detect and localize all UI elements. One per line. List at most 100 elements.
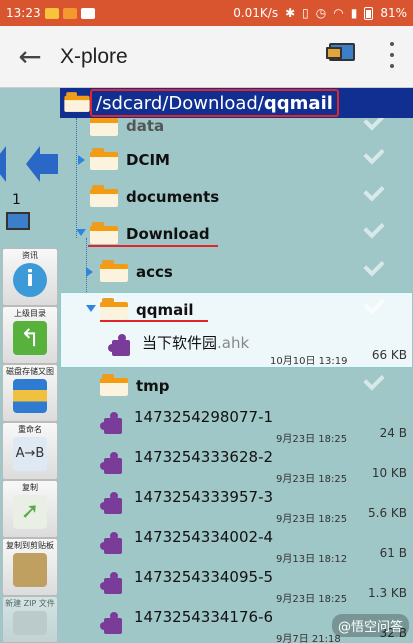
puzzle-file-icon <box>100 412 126 438</box>
item-name: 1473254334002-4 <box>134 528 274 546</box>
puzzle-file-icon <box>100 532 126 558</box>
item-name: 1473254298077-1 <box>134 408 274 426</box>
item-size: 5.6 KB <box>368 506 407 520</box>
check-icon[interactable] <box>363 293 385 315</box>
current-path[interactable]: /sdcard/Download/qqmail <box>90 89 339 117</box>
folder-icon <box>90 148 118 170</box>
tool-label: 资讯 <box>22 251 38 260</box>
list-item[interactable]: 1473254334095-5 9月23日 18:25 1.3 KB <box>60 566 413 605</box>
check-icon[interactable] <box>363 118 385 131</box>
puzzle-file-icon <box>108 334 134 360</box>
dual-pane-icon[interactable] <box>326 43 356 67</box>
check-icon[interactable] <box>363 369 385 391</box>
qq-icon <box>80 7 95 19</box>
list-item[interactable]: DCIM <box>60 142 413 180</box>
disk-map-icon <box>13 379 47 413</box>
tool-parent-dir-button[interactable]: 上级目录 ↰ <box>2 306 58 364</box>
item-date: 9月23日 18:25 <box>276 434 348 445</box>
more-menu-icon[interactable] <box>389 42 395 68</box>
annotation-underline <box>88 245 218 247</box>
path-current: qqmail <box>263 93 333 114</box>
battery-level: 81% <box>380 6 407 20</box>
pane-monitor-icon[interactable] <box>6 212 30 230</box>
alarm-icon: ◷ <box>315 6 327 20</box>
item-size: 61 B <box>379 546 407 560</box>
folder-icon <box>64 92 90 112</box>
item-name: data <box>126 118 165 135</box>
item-name: documents <box>126 188 220 206</box>
pane-number: 1 <box>12 192 21 208</box>
folder-icon <box>100 260 128 282</box>
item-name: qqmail <box>136 301 194 319</box>
item-name: 当下软件园.ahk <box>142 334 250 352</box>
check-icon[interactable] <box>363 180 385 202</box>
list-item[interactable]: 1473254298077-1 9月23日 18:25 24 B <box>60 406 413 445</box>
list-item-selected[interactable]: qqmail <box>60 292 413 330</box>
switch-pane-arrow-body[interactable] <box>40 154 58 174</box>
annotation-underline <box>100 320 208 322</box>
folder-download-icon <box>90 222 118 244</box>
list-item[interactable]: 1473254334002-4 9月13日 18:12 61 B <box>60 526 413 565</box>
back-button[interactable]: ← <box>0 40 60 73</box>
arrow-left-icon[interactable] <box>0 146 6 182</box>
check-icon[interactable] <box>363 217 385 239</box>
item-name: tmp <box>136 377 170 395</box>
collapse-icon[interactable] <box>76 229 86 236</box>
path-prefix: /sdcard/Download/ <box>96 93 264 114</box>
expand-icon[interactable] <box>86 267 93 277</box>
item-size: 1.3 KB <box>368 586 407 600</box>
tool-disk-map-button[interactable]: 磁盘存储又图 <box>2 364 58 422</box>
clipboard-icon <box>13 553 47 587</box>
expand-icon[interactable] <box>78 155 85 165</box>
status-bar: 13:23 0.01K/s ✱ ▯ ◷ ◠ ▮ 81% <box>0 0 413 26</box>
tool-copy-button[interactable]: 复制 ➚ <box>2 480 58 538</box>
puzzle-file-icon <box>100 572 126 598</box>
folder-icon <box>100 298 128 320</box>
signal-icon: ▮ <box>350 6 358 20</box>
list-item[interactable]: tmp <box>60 368 413 406</box>
item-name: accs <box>136 263 173 281</box>
tool-label: 新建 ZIP 文件 <box>5 599 55 608</box>
list-item[interactable]: Download <box>60 216 413 254</box>
rename-icon: A→B <box>13 437 47 471</box>
list-item[interactable]: 1473254333628-2 9月23日 18:25 10 KB <box>60 446 413 485</box>
item-name: 1473254334176-6 <box>134 608 274 626</box>
item-name: DCIM <box>126 151 170 169</box>
arrow-up-icon: ↰ <box>13 321 47 355</box>
app-bar: ← X-plore <box>0 26 413 88</box>
status-time: 13:23 <box>6 6 41 20</box>
zip-icon <box>13 611 47 635</box>
battery-icon <box>364 6 374 20</box>
tool-clipboard-button[interactable]: 复制到剪贴板 <box>2 538 58 596</box>
item-size: 10 KB <box>371 466 407 480</box>
item-date: 9月23日 18:25 <box>276 474 348 485</box>
switch-pane-arrow-icon[interactable] <box>26 146 40 182</box>
tool-zip-button[interactable]: 新建 ZIP 文件 <box>2 596 58 643</box>
watermark: @悟空问答 <box>331 614 409 637</box>
folder-icon <box>100 374 128 396</box>
net-speed: 0.01K/s <box>233 6 279 20</box>
list-item[interactable]: 当下软件园.ahk 10月10日 13:19 66 KB <box>60 328 413 367</box>
item-date: 10月10日 13:19 <box>270 356 348 367</box>
list-item[interactable]: 1473254333957-3 9月23日 18:25 5.6 KB <box>60 486 413 525</box>
collapse-icon[interactable] <box>86 305 96 312</box>
folder-icon <box>90 185 118 207</box>
item-size: 24 B <box>379 426 407 440</box>
list-item[interactable]: accs <box>60 254 413 292</box>
tool-label: 复制 <box>22 483 38 492</box>
info-icon: i <box>13 263 47 297</box>
item-date: 9月23日 18:25 <box>276 514 348 525</box>
tool-label: 重命名 <box>18 425 42 434</box>
list-item[interactable]: documents <box>60 179 413 217</box>
item-name: 1473254333628-2 <box>134 448 274 466</box>
item-date: 9月7日 21:18 <box>276 634 341 643</box>
tool-info-button[interactable]: 资讯 i <box>2 248 58 306</box>
puzzle-file-icon <box>100 492 126 518</box>
item-size: 66 KB <box>371 348 407 362</box>
tool-label: 上级目录 <box>14 309 46 318</box>
check-icon[interactable] <box>363 255 385 277</box>
check-icon[interactable] <box>363 143 385 165</box>
tool-label: 复制到剪贴板 <box>6 541 54 550</box>
tool-rename-button[interactable]: 重命名 A→B <box>2 422 58 480</box>
item-name: 1473254334095-5 <box>134 568 274 586</box>
